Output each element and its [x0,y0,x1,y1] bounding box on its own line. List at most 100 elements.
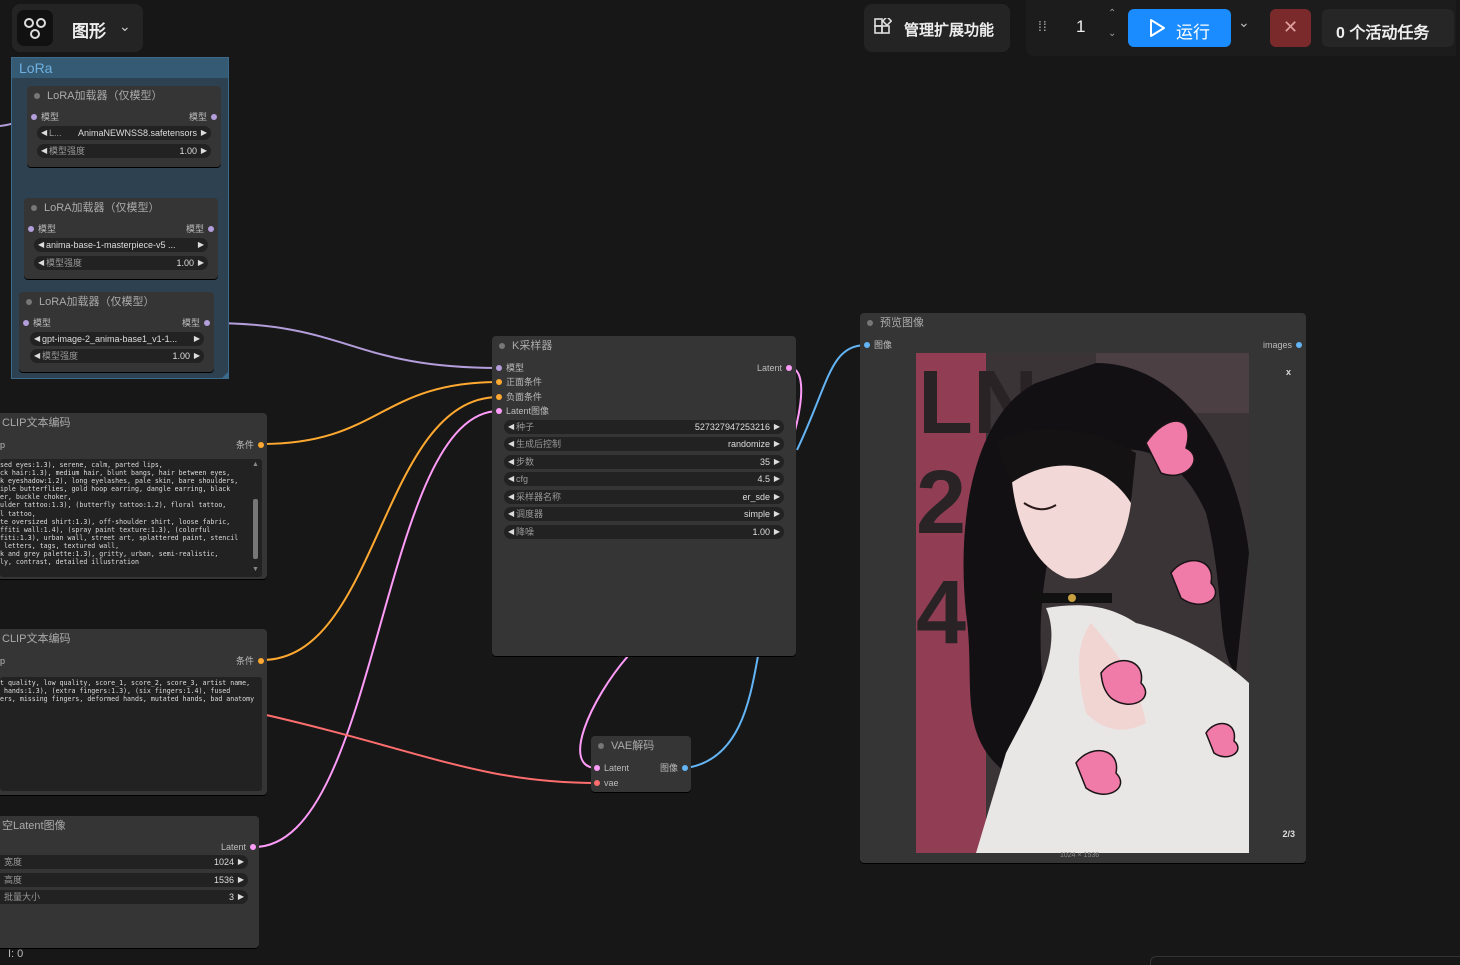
arrow-right-icon[interactable]: ▶ [774,420,780,434]
arrow-right-icon[interactable]: ▶ [194,332,200,346]
arrow-left-icon[interactable]: ◀ [508,525,514,539]
lora-loader-node-1[interactable]: LoRA加载器（仅模型） 模型 模型 ◀ L... AnimaNEWNSS8.saf… [27,86,221,167]
width-widget[interactable]: 宽度 1024 ▶ [0,855,248,869]
height-widget[interactable]: 高度 1536 ▶ [0,873,248,887]
prompt-textarea[interactable]: sed eyes:1.3), serene, calm, parted lips… [0,459,262,577]
arrow-left-icon[interactable]: ◀ [508,437,514,451]
arrow-left-icon[interactable]: ◀ [508,490,514,504]
arrow-left-icon[interactable]: ◀ [41,126,47,140]
vae-decode-node[interactable]: VAE解码 Latent vae 图像 [591,736,691,792]
output-model[interactable]: 模型 [170,316,210,330]
scroll-up-icon[interactable]: ▲ [252,461,259,468]
workflow-menu[interactable]: 图形 ⌄ [12,4,143,52]
arrow-left-icon[interactable]: ◀ [508,507,514,521]
node-title[interactable]: CLIP文本编码 [0,413,267,433]
increment-icon[interactable]: ⌃ [1108,8,1116,19]
arrow-right-icon[interactable]: ▶ [774,437,780,451]
collapse-dot-icon[interactable] [34,93,40,99]
lora-loader-node-2[interactable]: LoRA加载器（仅模型） 模型 模型 ◀ anima-base-1-masterp… [24,198,218,279]
output-conditioning[interactable]: 条件 [224,654,264,668]
preview-image-node[interactable]: 预览图像 图像 images x 2/3 LN 2 4 1024 × 1536 [860,313,1306,863]
seed-widget[interactable]: ◀ 种子 527327947253216 ▶ [504,420,784,434]
arrow-left-icon[interactable]: ◀ [38,238,44,252]
empty-latent-image-node[interactable]: 空Latent图像 Latent 宽度 1024 ▶ 高度 1536 ▶ 批量大小 3 ▶ [0,816,259,948]
arrow-right-icon[interactable]: ▶ [198,238,204,252]
arrow-right-icon[interactable]: ▶ [774,507,780,521]
sampler-name-widget[interactable]: ◀ 采样器名称 er_sde ▶ [504,490,784,504]
graph-canvas[interactable]: 图形 ⌄ 管理扩展功能 ⁞⁞ 1 ⌃ ⌄ 运行 ⌄ ✕ 0 个活动任务 LoRa… [0,0,1460,965]
app-logo-icon[interactable] [17,10,53,46]
output-model[interactable]: 模型 [177,110,217,124]
run-button[interactable]: 运行 [1128,9,1231,47]
arrow-left-icon[interactable]: ◀ [34,349,40,363]
prompt-textarea[interactable]: t quality, low quality, score_1, score_2… [0,677,262,791]
input-clip[interactable]: p [0,438,5,452]
node-title[interactable]: 预览图像 [860,313,1306,333]
output-model[interactable]: 模型 [174,222,214,236]
denoise-widget[interactable]: ◀ 降噪 1.00 ▶ [504,525,784,539]
textarea-scrollbar[interactable]: ▲ ▼ [252,461,259,573]
active-tasks-button[interactable]: 0 个活动任务 [1322,9,1454,47]
lora-group-header[interactable]: LoRa [12,58,228,78]
control-after-generate-widget[interactable]: ◀ 生成后控制 randomize ▶ [504,437,784,451]
collapse-dot-icon[interactable] [26,299,32,305]
drag-handle-icon[interactable]: ⁞⁞ [1038,18,1048,34]
arrow-right-icon[interactable]: ▶ [774,472,780,486]
collapse-dot-icon[interactable] [867,320,873,326]
arrow-left-icon[interactable]: ◀ [508,455,514,469]
stop-button[interactable]: ✕ [1270,9,1311,47]
strength-widget[interactable]: ◀ 模型强度 1.00 ▶ [37,144,211,158]
collapse-dot-icon[interactable] [598,743,604,749]
arrow-right-icon[interactable]: ▶ [201,144,207,158]
arrow-right-icon[interactable]: ▶ [238,890,244,904]
lora-name-widget[interactable]: ◀ gpt-image-2_anima-base1_v1-1... ▶ [30,332,204,346]
scheduler-widget[interactable]: ◀ 调度器 simple ▶ [504,507,784,521]
arrow-right-icon[interactable]: ▶ [774,490,780,504]
output-images[interactable]: images [1252,338,1302,352]
arrow-left-icon[interactable]: ◀ [38,256,44,270]
arrow-right-icon[interactable]: ▶ [238,873,244,887]
arrow-left-icon[interactable]: ◀ [34,332,40,346]
lora-name-widget[interactable]: ◀ anima-base-1-masterpiece-v5 ... ▶ [34,238,208,252]
node-title[interactable]: VAE解码 [591,736,691,756]
group-resize-handle[interactable] [222,372,228,378]
arrow-left-icon[interactable]: ◀ [41,144,47,158]
output-image[interactable]: 图像 [648,761,688,775]
scroll-down-icon[interactable]: ▼ [252,566,259,573]
ksampler-node[interactable]: K采样器 模型 正面条件 负面条件 Latent图像 Latent ◀ 种子 527… [492,336,796,656]
steps-widget[interactable]: ◀ 步数 35 ▶ [504,455,784,469]
strength-widget[interactable]: ◀ 模型强度 1.00 ▶ [34,256,208,270]
output-latent[interactable]: Latent [206,840,256,854]
manage-extensions-button[interactable]: 管理扩展功能 [864,4,1010,52]
queue-count[interactable]: 1 [1076,17,1085,37]
output-conditioning[interactable]: 条件 [224,438,264,452]
collapse-dot-icon[interactable] [499,343,505,349]
preview-image[interactable]: LN 2 4 [916,353,1249,853]
strength-widget[interactable]: ◀ 模型强度 1.00 ▶ [30,349,204,363]
lora-loader-node-3[interactable]: LoRA加载器（仅模型） 模型 模型 ◀ gpt-image-2_anima-ba… [19,292,214,372]
collapse-dot-icon[interactable] [31,205,37,211]
arrow-left-icon[interactable]: ◀ [508,420,514,434]
arrow-right-icon[interactable]: ▶ [201,126,207,140]
arrow-right-icon[interactable]: ▶ [194,349,200,363]
arrow-right-icon[interactable]: ▶ [198,256,204,270]
input-clip[interactable]: p [0,654,5,668]
lora-name-widget[interactable]: ◀ L... AnimaNEWNSS8.safetensors ▶ [37,126,211,140]
batch-size-widget[interactable]: 批量大小 3 ▶ [0,890,248,904]
decrement-icon[interactable]: ⌄ [1108,28,1116,39]
node-title[interactable]: LoRA加载器（仅模型） [27,86,221,106]
output-latent[interactable]: Latent [742,361,792,375]
arrow-right-icon[interactable]: ▶ [238,855,244,869]
close-preview-icon[interactable]: x [1286,367,1291,377]
node-title[interactable]: 空Latent图像 [0,816,259,836]
arrow-right-icon[interactable]: ▶ [774,455,780,469]
node-title[interactable]: LoRA加载器（仅模型） [19,292,214,312]
clip-text-encode-negative[interactable]: CLIP文本编码 p 条件 t quality, low quality, sc… [0,629,267,795]
arrow-right-icon[interactable]: ▶ [774,525,780,539]
node-title[interactable]: CLIP文本编码 [0,629,267,649]
arrow-left-icon[interactable]: ◀ [508,472,514,486]
cfg-widget[interactable]: ◀ cfg 4.5 ▶ [504,472,784,486]
node-title[interactable]: LoRA加载器（仅模型） [24,198,218,218]
node-title[interactable]: K采样器 [492,336,796,356]
clip-text-encode-positive[interactable]: CLIP文本编码 p 条件 sed eyes:1.3), serene, cal… [0,413,267,579]
